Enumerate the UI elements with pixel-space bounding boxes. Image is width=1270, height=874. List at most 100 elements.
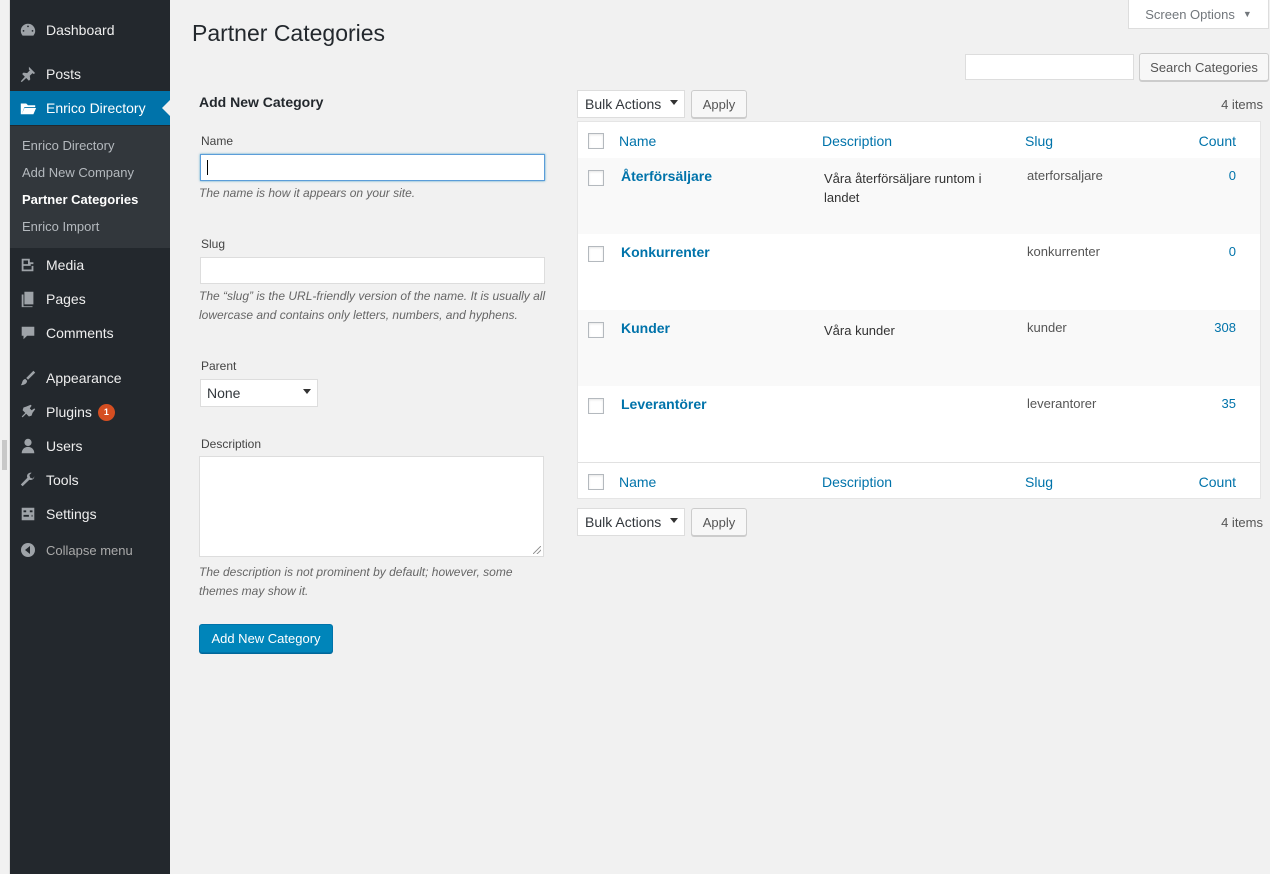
column-count-header[interactable]: Count — [1199, 133, 1236, 149]
table-footer: Name Description Slug Count — [578, 462, 1260, 499]
sidebar-item-comments[interactable]: Comments — [10, 316, 170, 350]
column-count-footer[interactable]: Count — [1199, 474, 1236, 490]
column-slug-footer[interactable]: Slug — [1025, 474, 1053, 490]
row-description: Våra kunder — [824, 323, 895, 338]
description-label: Description — [201, 437, 262, 451]
parent-selected-value: None — [207, 385, 241, 401]
search-categories-input[interactable] — [965, 54, 1134, 80]
add-new-category-button[interactable]: Add New Category — [199, 624, 333, 653]
sidebar-item-media[interactable]: Media — [10, 248, 170, 282]
user-icon — [10, 437, 46, 455]
column-description-header[interactable]: Description — [822, 133, 892, 149]
chevron-down-icon — [670, 100, 678, 105]
page-title: Partner Categories — [192, 20, 386, 46]
name-input[interactable] — [200, 154, 545, 181]
column-slug-header[interactable]: Slug — [1025, 133, 1053, 149]
dashboard-icon — [10, 21, 46, 39]
row-count-link[interactable]: 0 — [1229, 168, 1236, 183]
collapse-icon — [10, 543, 46, 557]
description-help-text: The description is not prominent by defa… — [199, 565, 513, 598]
wrench-icon — [10, 471, 46, 489]
name-label: Name — [201, 134, 234, 148]
bulk-actions-select-top[interactable]: Bulk Actions — [577, 90, 685, 118]
sidebar-submenu: Enrico Directory Add New Company Partner… — [10, 126, 170, 248]
submenu-item-partner-categories[interactable]: Partner Categories — [22, 192, 138, 207]
row-count-link[interactable]: 0 — [1229, 244, 1236, 259]
sidebar-item-plugins[interactable]: Plugins 1 — [10, 395, 170, 429]
sidebar-item-label: Enrico Directory — [46, 100, 146, 116]
scrollbar-thumb[interactable] — [2, 440, 7, 470]
slug-input[interactable] — [200, 257, 545, 284]
sidebar-item-settings[interactable]: Settings — [10, 497, 170, 531]
parent-label: Parent — [201, 359, 237, 373]
sidebar-item-appearance[interactable]: Appearance — [10, 361, 170, 395]
select-all-checkbox-footer[interactable] — [588, 474, 604, 490]
comments-icon — [10, 324, 46, 342]
description-textarea[interactable] — [199, 456, 544, 557]
collapse-menu-button[interactable]: Collapse menu — [10, 538, 170, 562]
select-all-checkbox[interactable] — [588, 133, 604, 149]
sidebar-item-posts[interactable]: Posts — [10, 57, 170, 91]
row-count-link[interactable]: 35 — [1222, 396, 1236, 411]
sidebar-item-enrico-directory[interactable]: Enrico Directory — [10, 91, 170, 125]
row-checkbox[interactable] — [588, 322, 604, 338]
bulk-actions-label: Bulk Actions — [585, 514, 662, 530]
sidebar-item-label: Comments — [46, 325, 114, 341]
parent-select[interactable]: None — [200, 379, 318, 407]
table-row: Återförsäljare Våra återförsäljare runto… — [578, 158, 1260, 234]
row-name-link[interactable]: Leverantörer — [621, 396, 707, 412]
row-description: Våra återförsäljare runtom i landet — [824, 171, 982, 205]
plugin-icon — [10, 403, 46, 421]
sidebar-item-label: Plugins — [46, 404, 92, 420]
submenu-item-add-new-company[interactable]: Add New Company — [22, 165, 134, 180]
row-name-link[interactable]: Kunder — [621, 320, 670, 336]
bulk-actions-select-bottom[interactable]: Bulk Actions — [577, 508, 685, 536]
row-name-link[interactable]: Konkurrenter — [621, 244, 710, 260]
items-count-bottom: 4 items — [1221, 515, 1263, 530]
sidebar-item-label: Users — [46, 438, 83, 454]
sidebar-item-label: Media — [46, 257, 85, 273]
sidebar-item-label: Pages — [46, 291, 86, 307]
paintbrush-icon — [10, 369, 46, 387]
add-category-heading: Add New Category — [199, 94, 324, 110]
column-description-footer[interactable]: Description — [822, 474, 892, 490]
table-header: Name Description Slug Count — [578, 122, 1260, 159]
screen-options-button[interactable]: Screen Options ▼ — [1128, 0, 1269, 29]
media-icon — [10, 256, 46, 274]
window-scrollbar[interactable] — [0, 0, 10, 874]
row-name-link[interactable]: Återförsäljare — [621, 168, 712, 184]
row-checkbox[interactable] — [588, 170, 604, 186]
pages-icon — [10, 290, 46, 308]
table-row: Konkurrenter konkurrenter 0 — [578, 234, 1260, 310]
apply-button-bottom[interactable]: Apply — [691, 508, 747, 536]
sidebar-item-users[interactable]: Users — [10, 429, 170, 463]
sidebar-item-label: Settings — [46, 506, 97, 522]
name-help-text: The name is how it appears on your site. — [199, 186, 416, 200]
row-checkbox[interactable] — [588, 398, 604, 414]
submenu-item-enrico-directory[interactable]: Enrico Directory — [22, 138, 114, 153]
caret-down-icon: ▼ — [1242, 9, 1252, 19]
sidebar-item-label: Posts — [46, 66, 82, 82]
sidebar-item-dashboard[interactable]: Dashboard — [10, 13, 170, 47]
submenu-item-enrico-import[interactable]: Enrico Import — [22, 219, 99, 234]
row-checkbox[interactable] — [588, 246, 604, 262]
column-name-header[interactable]: Name — [619, 133, 656, 149]
row-count-link[interactable]: 308 — [1214, 320, 1236, 335]
settings-icon — [10, 505, 46, 523]
row-slug: leverantorer — [1027, 396, 1097, 411]
pushpin-icon — [10, 65, 46, 83]
row-slug: aterforsaljare — [1027, 168, 1103, 183]
search-categories-button[interactable]: Search Categories — [1139, 53, 1269, 81]
slug-help-text: The “slug” is the URL-friendly version o… — [199, 289, 546, 322]
items-count-top: 4 items — [1221, 97, 1263, 112]
sidebar-item-label: Dashboard — [46, 22, 115, 38]
folder-icon — [10, 99, 46, 117]
apply-button-top[interactable]: Apply — [691, 90, 747, 118]
sidebar-item-tools[interactable]: Tools — [10, 463, 170, 497]
slug-label: Slug — [201, 237, 226, 251]
chevron-down-icon — [670, 518, 678, 523]
resize-handle-icon[interactable] — [533, 546, 541, 554]
chevron-down-icon — [303, 389, 311, 394]
column-name-footer[interactable]: Name — [619, 474, 656, 490]
sidebar-item-pages[interactable]: Pages — [10, 282, 170, 316]
